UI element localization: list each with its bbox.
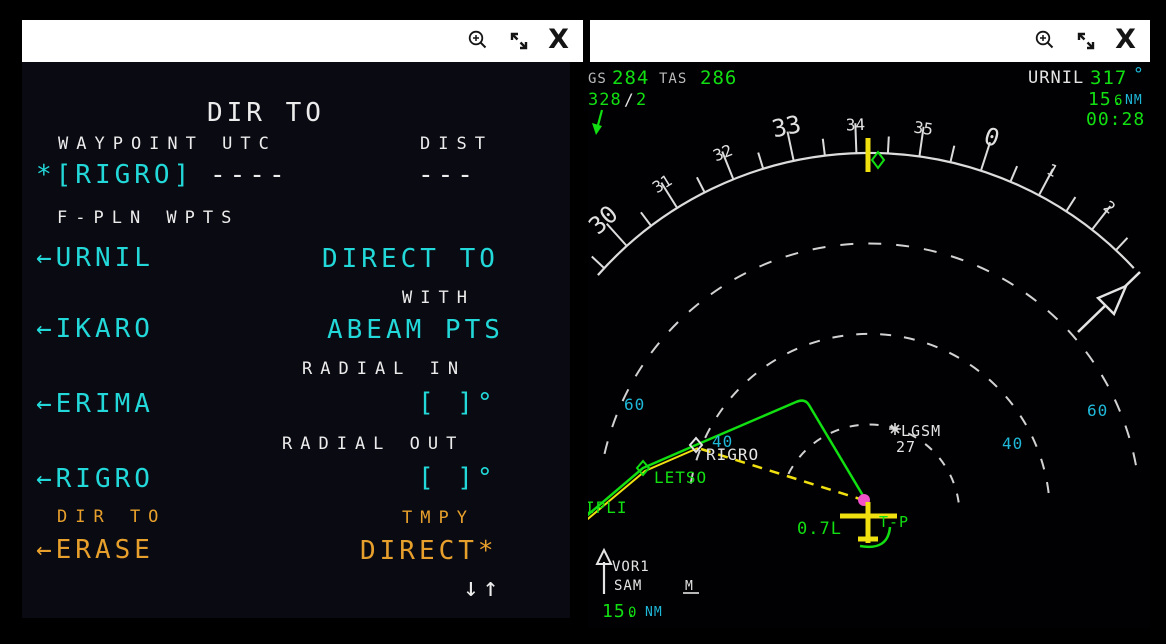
mcdu-titlebar: X: [22, 20, 583, 62]
resize-icon[interactable]: [1073, 28, 1099, 54]
track-diamond: [872, 152, 884, 168]
waypoint-rigro-label: RIGRO: [706, 445, 759, 464]
wind-arrow-head: [592, 123, 602, 135]
lsk2-urnil[interactable]: ←URNIL: [36, 245, 154, 271]
rsk3-abeam-pts[interactable]: ABEAM PTS: [327, 317, 504, 343]
label-with: WITH: [402, 290, 475, 307]
heading-tick: [1066, 197, 1075, 211]
heading-label-33: 33: [769, 110, 803, 143]
lsk1-waypoint-entry[interactable]: *[RIGRO]: [36, 162, 193, 188]
heading-tick: [823, 139, 825, 156]
waypoint-letso-label: LETSO: [654, 468, 707, 487]
heading-label-34: 34: [845, 115, 865, 135]
vor1-icon-head: [597, 550, 611, 564]
label-radial-in: RADIAL IN: [302, 361, 466, 378]
mode-m-label: M: [685, 579, 694, 594]
label-dist: DIST: [420, 136, 493, 153]
range-label-60-right: 60: [1087, 401, 1108, 420]
flight-sim-popups: X DIR TOWAYPOINT UTCDIST*[RIGRO]-------F…: [0, 0, 1166, 644]
label-dir-to: DIR TO: [57, 509, 166, 526]
range-label-40-right: 40: [1002, 434, 1023, 453]
utc-value: ----: [210, 162, 289, 188]
heading-tick: [641, 212, 651, 226]
label-tmpy: TMPY: [402, 510, 475, 527]
magnify-icon[interactable]: [466, 29, 490, 53]
tas-label: TAS: [659, 71, 687, 87]
next-wpt-dist-frac: 6: [1114, 93, 1123, 109]
lsk4-erima[interactable]: ←ERIMA: [36, 391, 154, 417]
heading-tick: [1010, 166, 1017, 182]
airport-lgsm-rwy: 27: [896, 438, 916, 456]
range-ring-40: [691, 334, 1049, 496]
range-label-60-left: 60: [624, 395, 645, 414]
nd-titlebar: X: [590, 20, 1150, 62]
heading-tick: [1116, 238, 1128, 250]
xtrack-error: 0.7L: [797, 519, 842, 539]
heading-label-31: 31: [649, 171, 675, 197]
heading-label-30: 30: [588, 200, 623, 240]
next-wpt-degree: °: [1133, 64, 1145, 85]
close-icon[interactable]: X: [1115, 26, 1136, 56]
gs-label: GS: [588, 71, 607, 87]
rsk6-direct-insert[interactable]: DIRECT*: [360, 538, 498, 564]
wind-direction: 328: [588, 90, 622, 110]
close-icon[interactable]: X: [548, 26, 569, 56]
turn-point-label: T-P: [879, 513, 909, 531]
wind-separator: /: [624, 90, 635, 109]
rsk2-direct-to[interactable]: DIRECT TO: [322, 246, 499, 272]
rsk4-radial-in-entry[interactable]: [ ]°: [418, 390, 497, 416]
page-title: DIR TO: [207, 100, 325, 126]
heading-label-0: 0: [980, 122, 1002, 153]
scroll-arrows[interactable]: ↓↑: [463, 575, 502, 601]
mcdu-screen: DIR TOWAYPOINT UTCDIST*[RIGRO]-------F-P…: [22, 62, 570, 618]
dist-value: ---: [418, 162, 477, 188]
rsk5-radial-out-entry[interactable]: [ ]°: [418, 465, 497, 491]
vor1-dme-frac: 0: [628, 605, 637, 621]
vor1-dme-unit: NM: [645, 605, 663, 620]
heading-tick: [592, 257, 604, 269]
lsk3-ikaro[interactable]: ←IKARO: [36, 316, 154, 342]
range-ring-60: [605, 243, 1138, 477]
vor1-label: VOR1: [612, 559, 650, 575]
label-waypoint-utc: WAYPOINT UTC: [58, 136, 277, 153]
airport-lgsm-icon: [889, 423, 901, 435]
magnify-icon[interactable]: [1033, 29, 1057, 53]
heading-tick: [697, 177, 705, 192]
heading-tick: [888, 137, 889, 154]
next-wpt-ete: 00:28: [1086, 109, 1145, 130]
lsk6-erase[interactable]: ←ERASE: [36, 537, 154, 563]
nd-screen: 303132333435012GS284TAS286328/2URNIL317°…: [588, 62, 1150, 628]
next-wpt-dist-unit: NM: [1125, 93, 1143, 108]
gs-value: 284: [612, 67, 649, 89]
resize-icon[interactable]: [506, 28, 532, 54]
wind-speed: 2: [636, 90, 647, 110]
label-radial-out: RADIAL OUT: [282, 436, 464, 453]
heading-label-1: 1: [1044, 160, 1061, 181]
next-wpt-bearing: 317: [1090, 67, 1127, 89]
heading-tick: [950, 146, 954, 163]
lsk5-rigro[interactable]: ←RIGRO: [36, 466, 154, 492]
tas-value: 286: [700, 67, 737, 89]
heading-label-32: 32: [710, 140, 735, 165]
heading-tick: [758, 153, 763, 169]
next-wpt-name: URNIL: [1028, 68, 1084, 88]
vor1-ident: SAM: [614, 578, 642, 594]
heading-label-35: 35: [913, 118, 935, 139]
waypoint-ipli-label: IPLI: [588, 498, 628, 517]
label-fpln-wpts: F-PLN WPTS: [57, 210, 239, 227]
